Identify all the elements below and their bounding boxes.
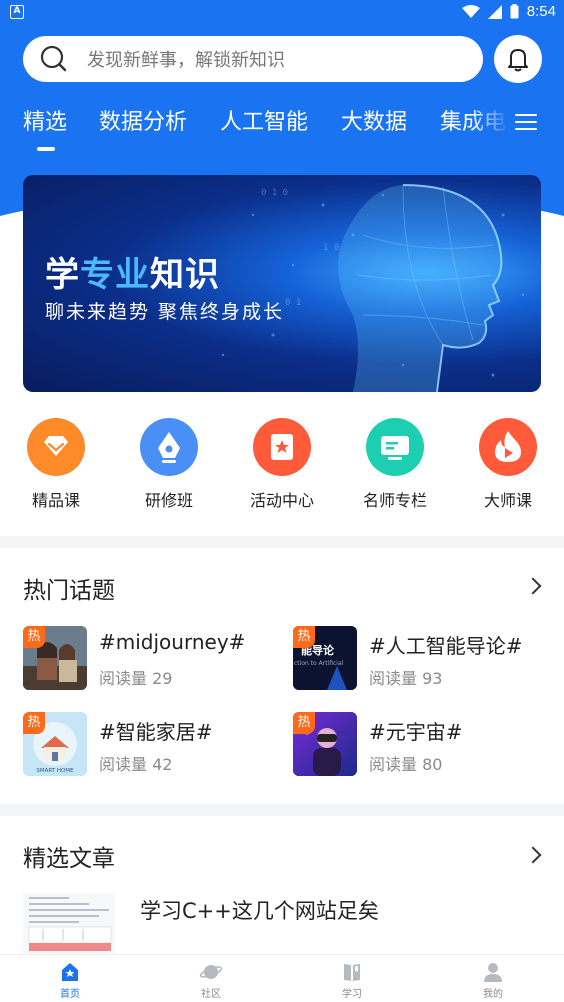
nav-label: 我的 bbox=[483, 989, 503, 1000]
featured-articles-title: 精选文章 bbox=[23, 846, 115, 872]
topic-thumbnail: 热 bbox=[293, 712, 357, 776]
hot-topics-title: 热门话题 bbox=[23, 578, 115, 604]
search-placeholder: 发现新鲜事，解锁新知识 bbox=[87, 50, 285, 71]
svg-text:1 0: 1 0 bbox=[323, 243, 339, 253]
status-time: 8:54 bbox=[526, 3, 556, 20]
nav-label: 学习 bbox=[342, 989, 362, 1000]
tab-big-data[interactable]: 大数据 bbox=[341, 104, 407, 136]
hot-badge: 热 bbox=[23, 712, 45, 734]
thumb-subtext-ai-intro: ction to Artificial bbox=[294, 660, 344, 667]
quick-link-label: 名师专栏 bbox=[362, 491, 427, 510]
nav-home[interactable]: 首页 bbox=[30, 961, 110, 1000]
svg-text:0 1: 0 1 bbox=[285, 298, 301, 308]
topic-thumbnail: 能导论 ction to Artificial 热 bbox=[293, 626, 357, 690]
topic-read-count: 阅读量 29 bbox=[99, 669, 173, 688]
app-page: A 8:54 发现新鲜事，解锁新知识 精选 数据分析 人工智能 大数据 集成电 bbox=[0, 0, 564, 1002]
status-icons: 8:54 bbox=[461, 3, 556, 20]
quick-link-events[interactable]: 活动中心 bbox=[232, 418, 332, 511]
nav-learn[interactable]: 学习 bbox=[312, 961, 392, 1000]
nav-community[interactable]: 社区 bbox=[171, 961, 251, 1000]
quick-link-workshop[interactable]: 研修班 bbox=[119, 418, 219, 511]
pen-nib-icon bbox=[140, 418, 198, 476]
quick-link-label: 研修班 bbox=[144, 491, 193, 510]
topic-thumbnail: SMART HOME 热 bbox=[23, 712, 87, 776]
quick-link-label: 大师课 bbox=[483, 491, 532, 510]
article-thumbnail[interactable] bbox=[23, 893, 115, 955]
category-tabs: 精选 数据分析 人工智能 大数据 集成电 bbox=[0, 104, 506, 144]
tab-data-analysis[interactable]: 数据分析 bbox=[99, 104, 187, 136]
flame-play-icon bbox=[479, 418, 537, 476]
hot-badge: 热 bbox=[293, 712, 315, 734]
tab-featured[interactable]: 精选 bbox=[23, 104, 67, 136]
topic-read-count: 阅读量 80 bbox=[369, 755, 443, 774]
quick-links: 精品课 研修班 活动中心 名师专栏 大师课 bbox=[0, 400, 564, 520]
quick-link-label: 活动中心 bbox=[249, 491, 314, 510]
battery-icon bbox=[510, 4, 519, 19]
search-icon bbox=[39, 36, 85, 82]
book-icon bbox=[341, 961, 363, 983]
topic-title: #人工智能导论# bbox=[369, 634, 523, 658]
topic-item[interactable]: 能导论 ction to Artificial 热 #人工智能导论# 阅读量 93 bbox=[293, 626, 553, 690]
monitor-icon bbox=[366, 418, 424, 476]
topic-title: #元宇宙# bbox=[369, 720, 463, 744]
wifi-icon bbox=[461, 4, 480, 18]
topic-item[interactable]: 热 #midjourney# 阅读量 29 bbox=[23, 626, 283, 690]
thumb-text-smart-home: SMART HOME bbox=[36, 768, 74, 774]
topic-read-count: 阅读量 93 bbox=[369, 669, 443, 688]
chevron-right-icon[interactable] bbox=[524, 577, 542, 595]
topic-title: #智能家居# bbox=[99, 720, 213, 744]
bell-icon bbox=[508, 49, 528, 72]
nav-label: 社区 bbox=[201, 989, 221, 1000]
tabs-fade bbox=[470, 100, 510, 144]
quick-link-teacher-column[interactable]: 名师专栏 bbox=[345, 418, 445, 511]
topic-read-count: 阅读量 42 bbox=[99, 755, 173, 774]
quick-link-premium-course[interactable]: 精品课 bbox=[6, 418, 106, 511]
home-icon bbox=[59, 961, 81, 983]
status-bar: A 8:54 bbox=[0, 0, 564, 24]
topic-item[interactable]: 热 #元宇宙# 阅读量 80 bbox=[293, 712, 553, 776]
hot-badge: 热 bbox=[293, 626, 315, 648]
quick-link-master-class[interactable]: 大师课 bbox=[458, 418, 558, 511]
calendar-star-icon bbox=[253, 418, 311, 476]
bottom-nav: 首页 社区 学习 我的 bbox=[0, 954, 564, 1002]
article-title[interactable]: 学习C++这几个网站足矣 bbox=[140, 895, 379, 925]
search-input[interactable]: 发现新鲜事，解锁新知识 bbox=[23, 36, 483, 82]
banner-subtitle: 聊未来趋势 聚焦终身成长 bbox=[45, 301, 285, 323]
hot-badge: 热 bbox=[23, 626, 45, 648]
menu-icon[interactable] bbox=[510, 108, 540, 136]
promo-banner[interactable]: 0 1 0 1 0 0 1 学专业知识 聊未来趋势 聚焦终身成长 bbox=[23, 175, 541, 392]
topic-title: #midjourney# bbox=[99, 630, 246, 654]
diamond-icon bbox=[27, 418, 85, 476]
nav-label: 首页 bbox=[60, 989, 80, 1000]
chevron-right-icon[interactable] bbox=[524, 846, 542, 864]
topic-thumbnail: 热 bbox=[23, 626, 87, 690]
quick-link-label: 精品课 bbox=[31, 491, 80, 510]
notification-button[interactable] bbox=[494, 35, 542, 83]
tab-indicator bbox=[37, 147, 55, 151]
banner-title: 学专业知识 bbox=[45, 255, 220, 295]
notification-icon: A bbox=[10, 5, 24, 19]
topic-item[interactable]: SMART HOME 热 #智能家居# 阅读量 42 bbox=[23, 712, 283, 776]
hot-topics-section: 热门话题 热 #midjourney# 阅读量 29 能导论 ction to A… bbox=[0, 548, 564, 804]
svg-text:0 1 0: 0 1 0 bbox=[261, 188, 288, 198]
tab-ai[interactable]: 人工智能 bbox=[220, 104, 308, 136]
planet-icon bbox=[199, 961, 223, 983]
nav-profile[interactable]: 我的 bbox=[453, 961, 533, 1000]
user-icon bbox=[482, 961, 504, 983]
signal-icon bbox=[487, 4, 502, 19]
